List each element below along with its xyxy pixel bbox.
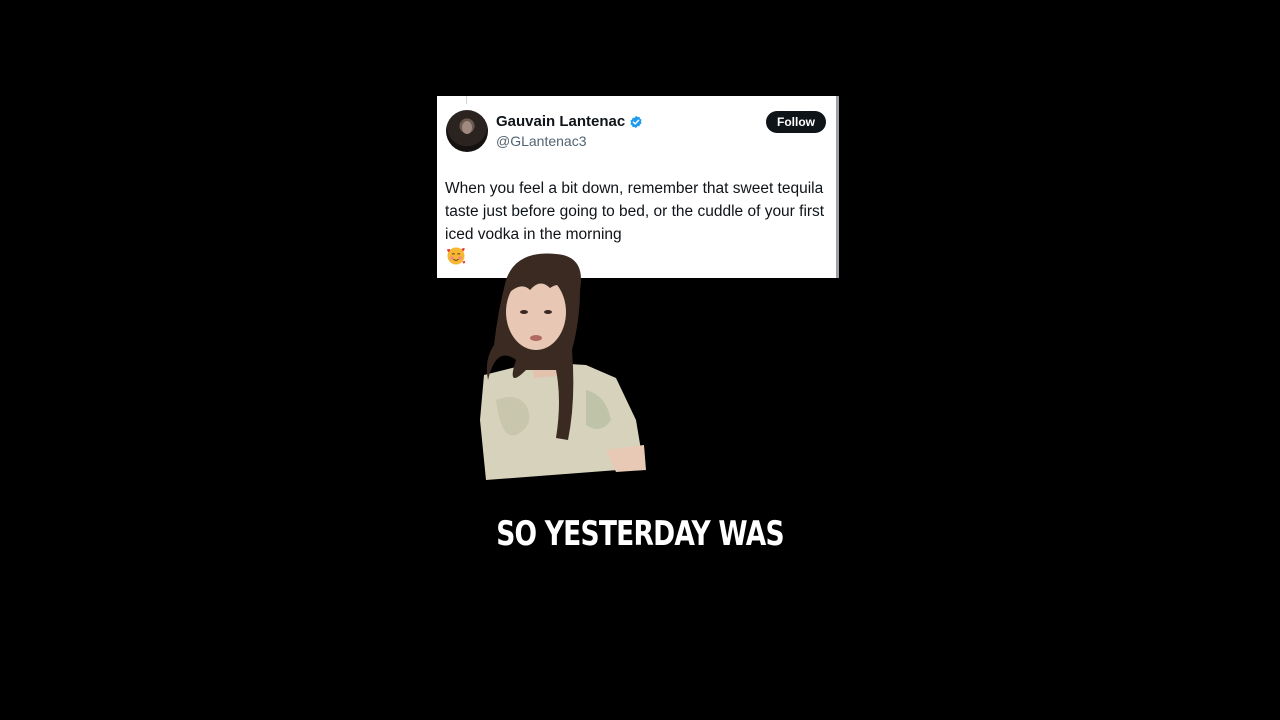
video-frame: Gauvain Lantenac @GLantenac3 Follow When…	[0, 0, 1280, 720]
person-cutout	[480, 253, 646, 480]
follow-button[interactable]: Follow	[766, 111, 826, 133]
display-name[interactable]: Gauvain Lantenac	[496, 113, 625, 130]
thread-line	[466, 96, 467, 104]
tweet-text: When you feel a bit down, remember that …	[445, 180, 825, 243]
avatar[interactable]	[446, 110, 488, 152]
avatar-face	[462, 121, 472, 134]
smiling-face-with-hearts-icon	[447, 247, 466, 265]
name-row: Gauvain Lantenac	[496, 113, 643, 130]
verified-badge-icon	[630, 115, 642, 128]
video-caption: SO YESTERDAY WAS	[496, 514, 784, 554]
user-handle[interactable]: @GLantenac3	[496, 133, 587, 149]
